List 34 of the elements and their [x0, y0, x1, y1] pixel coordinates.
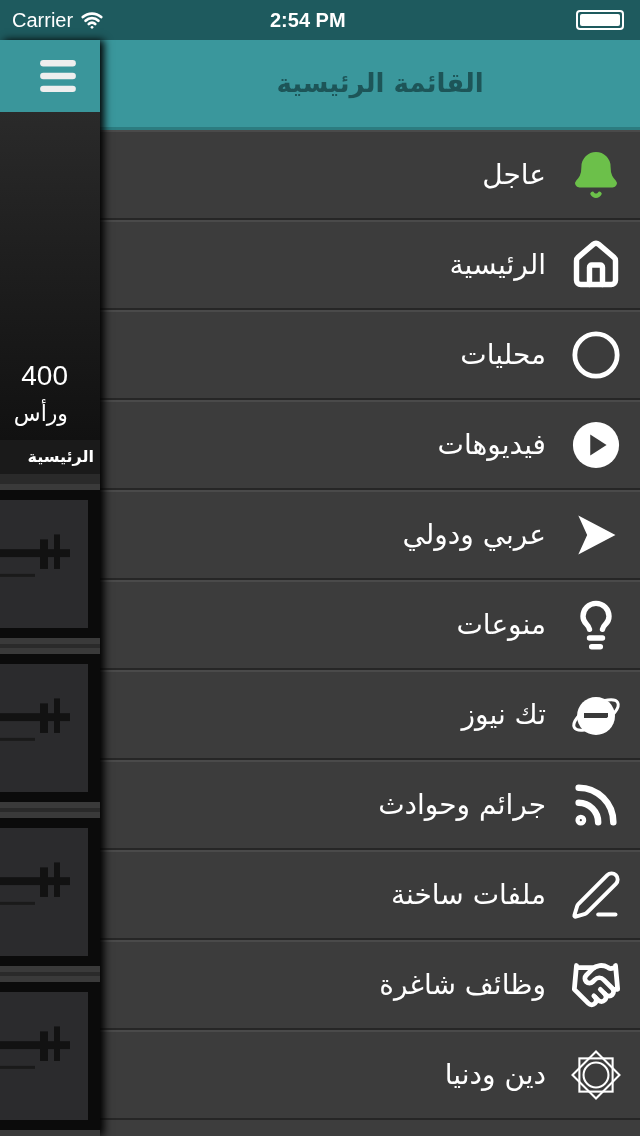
circle-icon	[571, 330, 621, 380]
headline-text: ورأس	[13, 398, 68, 428]
menu-item[interactable]: وظائف شاغرة	[100, 940, 640, 1030]
menu-item-label: عاجل	[482, 157, 546, 193]
menu-item-label: دين ودنيا	[444, 1057, 546, 1093]
menu-item-label: فيديوهات	[437, 427, 546, 463]
menu-item[interactable]: الرئيسية	[100, 220, 640, 310]
menu-item-label: ملفات ساخنة	[391, 877, 546, 913]
carrier-name: Carrier	[12, 8, 74, 33]
status-time: 2:54 PM	[270, 8, 346, 33]
menu-item[interactable]: فيديوهات	[100, 400, 640, 490]
menu-item[interactable]: محليات	[100, 310, 640, 400]
menu-item[interactable]: منوعات	[100, 580, 640, 670]
menu-item-label: الرئيسية	[449, 247, 546, 283]
battery-icon	[576, 10, 624, 30]
wifi-icon	[81, 9, 104, 31]
menu-item-label: تك نيوز	[461, 697, 546, 733]
menu-item-label: وظائف شاغرة	[379, 967, 546, 1003]
headline-text: 400	[21, 358, 68, 393]
menu-item[interactable]: جرائم وحوادث	[100, 760, 640, 850]
menu-item[interactable]: دين ودنيا	[100, 1030, 640, 1120]
pen-icon	[570, 869, 622, 921]
star-ornament-icon	[569, 1048, 623, 1102]
menu-item-label: منوعات	[456, 607, 546, 643]
menu-item[interactable]: عاجل	[100, 130, 640, 220]
menu-item[interactable]: ملفات ساخنة	[100, 850, 640, 940]
menu-item[interactable]: تك نيوز	[100, 670, 640, 760]
menu-item[interactable]: عربي ودولي	[100, 490, 640, 580]
menu-item-label: عربي ودولي	[402, 517, 546, 553]
menu-item-label: جرائم وحوادث	[378, 787, 546, 823]
menu-item-label: محليات	[460, 337, 546, 373]
play-circle-icon	[571, 420, 621, 470]
section-title: الرئيسية	[27, 445, 94, 468]
menu-title: القائمة الرئيسية	[276, 67, 484, 101]
